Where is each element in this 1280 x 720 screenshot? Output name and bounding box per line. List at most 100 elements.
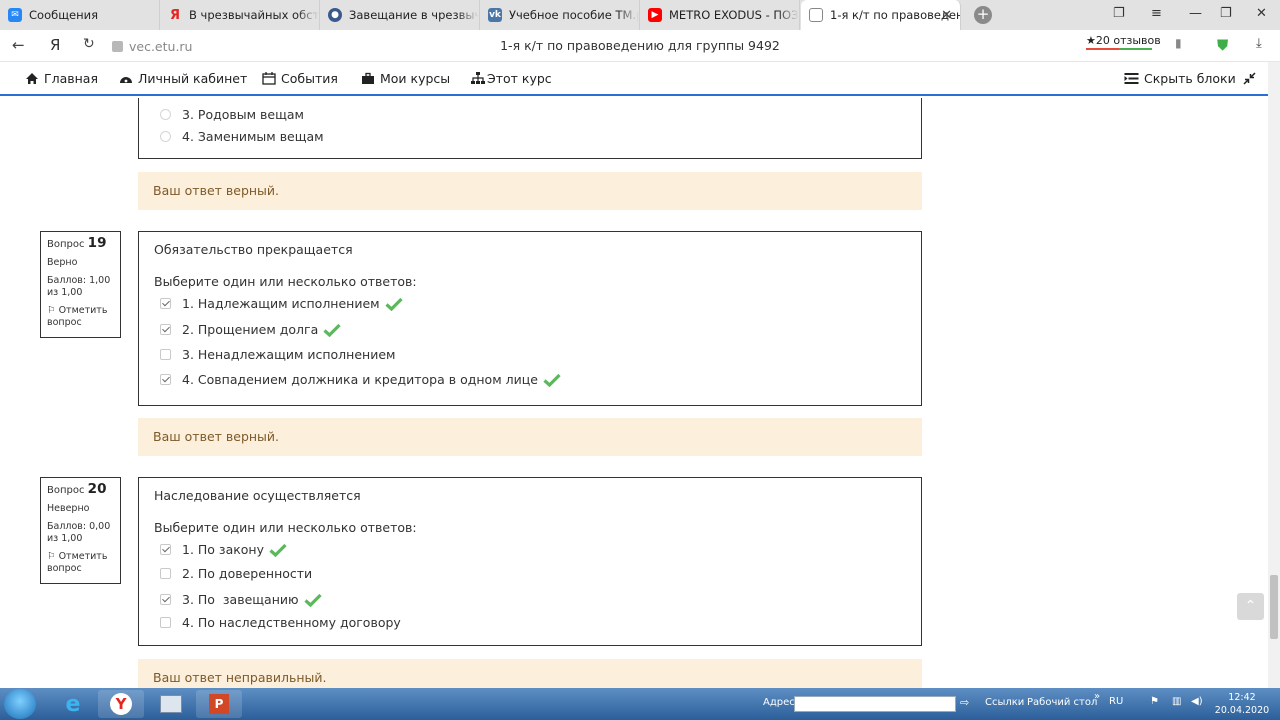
correct-check-icon <box>303 593 322 607</box>
network-icon[interactable]: ▥ <box>1172 696 1181 707</box>
question-number: 20 <box>87 481 107 497</box>
flag-icon: ⚐ <box>47 551 56 562</box>
radio-button <box>160 131 171 142</box>
links-toolbar[interactable]: Ссылки <box>985 697 1024 708</box>
correct-check-icon <box>269 543 287 557</box>
question-state: Верно <box>47 257 78 268</box>
question-number: 19 <box>87 235 107 251</box>
reviews-badge[interactable]: ★20 отзывов <box>1086 34 1161 50</box>
browser-tab-strip: ✉ Сообщения Я В чрезвычайных обстояте ● … <box>0 0 1280 30</box>
correct-check-icon <box>543 373 561 387</box>
nav-this-course[interactable]: Этот курс <box>471 71 552 86</box>
answer-option: 2. Прощением долга <box>160 322 341 337</box>
list-icon <box>1124 73 1139 84</box>
star-icon: ★ <box>1086 34 1096 47</box>
tab-yandex-search[interactable]: Я В чрезвычайных обстояте <box>160 0 320 30</box>
document-icon <box>809 8 823 22</box>
checkbox <box>160 349 171 360</box>
go-icon[interactable]: ⇨ <box>960 696 969 709</box>
question-19-info: Вопрос 19 Верно Баллов: 1,00 из 1,00 ⚐ О… <box>40 231 121 338</box>
page-scrollbar[interactable] <box>1268 62 1280 688</box>
answer-prompt: Выберите один или несколько ответов: <box>154 520 417 535</box>
tab-youtube[interactable]: ▶ METRO EXODUS - ПОЗОРН <box>640 0 800 30</box>
expand-icon[interactable]: » <box>1094 691 1100 702</box>
windows-taskbar: e Y P Адрес ⇨ Ссылки Рабочий стол » RU ⚑… <box>0 688 1280 720</box>
ie-icon[interactable]: e <box>50 690 96 718</box>
checkbox <box>160 298 171 309</box>
nav-events[interactable]: События <box>262 71 338 86</box>
correct-check-icon <box>323 323 341 337</box>
menu-icon[interactable]: ≡ <box>1151 6 1162 21</box>
home-icon <box>26 73 38 84</box>
yandex-browser-icon[interactable]: Y <box>98 690 144 718</box>
nav-cabinet[interactable]: Личный кабинет <box>119 71 247 86</box>
new-tab-button[interactable]: + <box>974 6 992 24</box>
bookmark-icon[interactable]: ▮ <box>1175 36 1182 50</box>
question-19-feedback: Ваш ответ верный. <box>138 418 922 456</box>
question-20-info: Вопрос 20 Неверно Баллов: 0,00 из 1,00 ⚐… <box>40 477 121 584</box>
tab-messages[interactable]: ✉ Сообщения <box>0 0 160 30</box>
question-grade: Баллов: 0,00 из 1,00 <box>47 521 111 544</box>
question-20-feedback: Ваш ответ неправильный. <box>138 659 922 688</box>
close-tab-icon[interactable]: ✕ <box>941 8 952 23</box>
site-icon: ● <box>328 8 342 22</box>
start-button[interactable] <box>4 689 36 719</box>
youtube-icon: ▶ <box>648 8 662 22</box>
tab-current[interactable]: 1-я к/т по правоведени ✕ <box>801 0 961 30</box>
answer-prompt: Выберите один или несколько ответов: <box>154 274 417 289</box>
sitemap-icon <box>471 72 485 84</box>
collapse-icon[interactable] <box>1243 72 1256 85</box>
system-clock[interactable]: 12:42 20.04.2020 <box>1212 691 1272 717</box>
messages-icon: ✉ <box>8 8 22 22</box>
taskbar-address-input[interactable] <box>794 696 956 712</box>
tab-will[interactable]: ● Завещание в чрезвычайн <box>320 0 480 30</box>
shield-icon[interactable]: ⛊ <box>1217 36 1228 54</box>
answer-option: 4. Заменимым вещам <box>160 129 324 144</box>
back-to-top-button[interactable]: ⌃ <box>1237 593 1264 620</box>
scrollbar-thumb[interactable] <box>1270 575 1278 639</box>
flag-tray-icon[interactable]: ⚑ <box>1150 696 1159 707</box>
answer-option: 4. Совпадением должника и кредитора в од… <box>160 372 561 387</box>
question-state: Неверно <box>47 503 90 514</box>
radio-button <box>160 109 171 120</box>
checkbox <box>160 617 171 628</box>
flag-icon: ⚐ <box>47 305 56 316</box>
desktop-toolbar[interactable]: Рабочий стол <box>1027 697 1097 708</box>
chevron-up-icon: ⌃ <box>1244 598 1257 614</box>
collections-icon[interactable]: ❐ <box>1113 6 1125 21</box>
answer-option: 3. Родовым вещам <box>160 107 304 122</box>
dashboard-icon <box>120 77 132 83</box>
volume-icon[interactable]: ◀) <box>1191 696 1203 707</box>
tab-pdf[interactable]: vk Учебное пособие ТМ.pdf <box>480 0 640 30</box>
checkbox <box>160 374 171 385</box>
maximize-icon[interactable]: ❐ <box>1220 6 1232 21</box>
answer-option: 2. По доверенности <box>160 566 312 581</box>
nav-my-courses[interactable]: Мои курсы <box>361 71 450 86</box>
question-text: Обязательство прекращается <box>154 242 353 257</box>
explorer-icon[interactable] <box>148 690 194 718</box>
powerpoint-icon[interactable]: P <box>196 690 242 718</box>
question-text: Наследование осуществляется <box>154 488 361 503</box>
download-icon[interactable]: ⤓ <box>1256 36 1262 51</box>
calendar-icon <box>262 72 276 85</box>
answer-option: 1. По закону <box>160 542 287 557</box>
hide-blocks-button[interactable]: Скрыть блоки <box>1124 71 1256 86</box>
quiz-review-content: 3. Родовым вещам 4. Заменимым вещам Ваш … <box>0 98 1268 688</box>
moodle-navbar: Главная Личный кабинет События Мои курсы… <box>0 62 1268 96</box>
vk-icon: vk <box>488 8 502 22</box>
minimize-icon[interactable]: — <box>1189 6 1202 21</box>
flag-question-link[interactable]: ⚐ Отметить вопрос <box>47 551 114 575</box>
address-bar: ← Я ↻ vec.etu.ru 1-я к/т по правоведению… <box>0 30 1280 62</box>
checkbox <box>160 324 171 335</box>
answer-option: 1. Надлежащим исполнением <box>160 296 403 311</box>
language-indicator[interactable]: RU <box>1109 696 1123 707</box>
close-window-icon[interactable]: ✕ <box>1256 6 1267 21</box>
flag-question-link[interactable]: ⚐ Отметить вопрос <box>47 305 114 329</box>
nav-home[interactable]: Главная <box>25 71 98 86</box>
question-18-feedback: Ваш ответ верный. <box>138 172 922 210</box>
checkbox <box>160 568 171 579</box>
question-20-box: Наследование осуществляется Выберите оди… <box>138 477 922 646</box>
correct-check-icon <box>385 297 403 311</box>
checkbox <box>160 544 171 555</box>
answer-option: 4. По наследственному договору <box>160 615 401 630</box>
